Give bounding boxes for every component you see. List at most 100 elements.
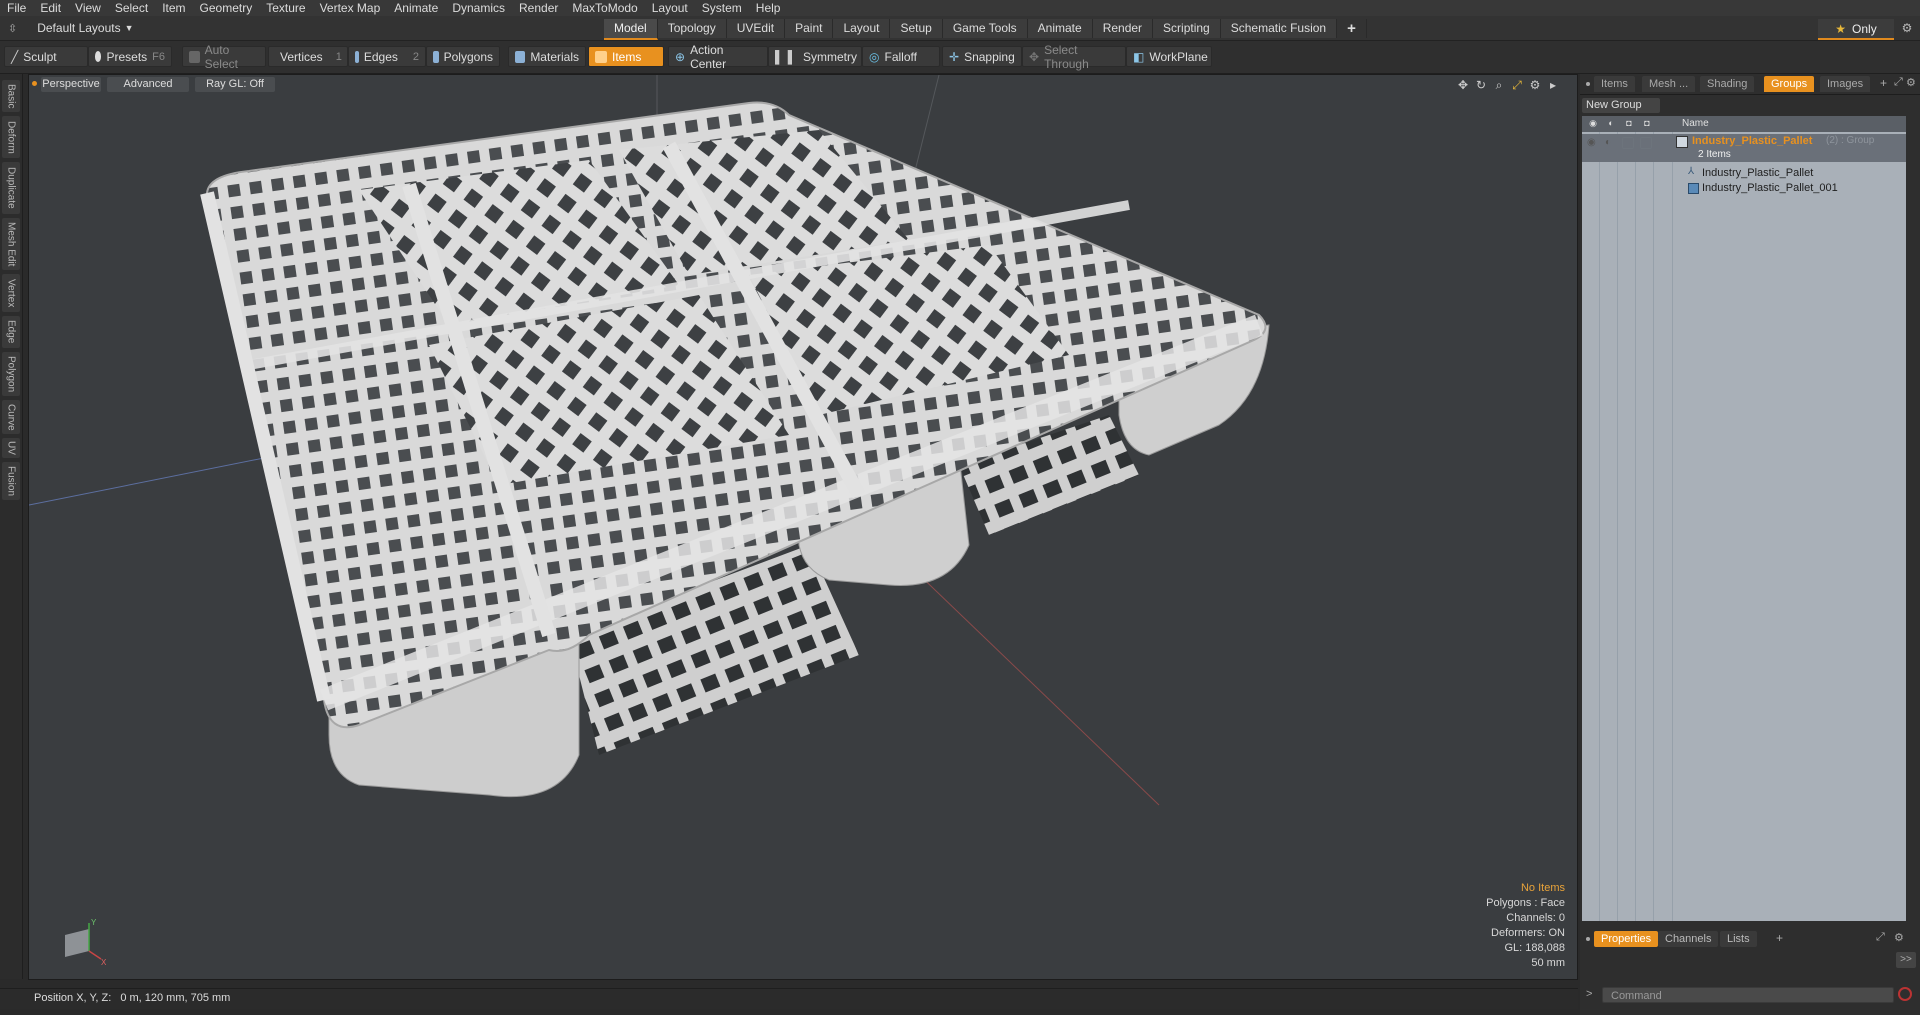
polygons-button[interactable]: Polygons: [426, 46, 500, 67]
expand-panel-icon[interactable]: ⤢: [1894, 76, 1903, 89]
tab-lists[interactable]: Lists: [1720, 931, 1757, 947]
edges-key: 2: [412, 50, 419, 63]
lock-col-icon[interactable]: ◘: [1622, 118, 1636, 130]
vtab-deform[interactable]: Deform: [2, 116, 20, 158]
rotate-view-icon[interactable]: ↻: [1474, 78, 1488, 92]
visibility-col-icon[interactable]: ◉: [1586, 118, 1600, 130]
add-tab-button[interactable]: +: [1337, 19, 1367, 38]
vtab-vertex[interactable]: Vertex: [2, 274, 20, 312]
items-button[interactable]: Items: [588, 46, 664, 67]
add-tab-icon[interactable]: +: [1776, 931, 1783, 945]
edges-label: Edges: [363, 49, 398, 64]
lock-checkbox[interactable]: [1622, 137, 1634, 149]
tab-groups[interactable]: Groups: [1764, 76, 1815, 92]
menu-animate[interactable]: Animate: [387, 0, 445, 16]
menu-system[interactable]: System: [695, 0, 749, 16]
tab-channels[interactable]: Channels: [1658, 931, 1719, 947]
panel-gear-icon[interactable]: ⚙: [1906, 76, 1916, 89]
snapping-button[interactable]: ✛ Snapping: [942, 46, 1022, 67]
symmetry-button[interactable]: ▌▐ Symmetry: [768, 46, 862, 67]
render-col-icon[interactable]: ◐: [1604, 118, 1618, 130]
viewport-menu-icon[interactable]: ▸: [1546, 78, 1560, 92]
list-item[interactable]: Industry_Plastic_Pallet_001: [1582, 181, 1906, 196]
tab-schematic-fusion[interactable]: Schematic Fusion: [1220, 19, 1338, 38]
action-center-button[interactable]: ⊕ Action Center: [668, 43, 768, 71]
tab-setup[interactable]: Setup: [890, 19, 943, 38]
presets-button[interactable]: Presets F6: [88, 46, 172, 67]
menu-help[interactable]: Help: [749, 0, 788, 16]
vtab-fusion[interactable]: Fusion: [2, 462, 20, 500]
vtab-duplicate[interactable]: Duplicate: [2, 162, 20, 214]
layout-selector[interactable]: ⇳ Default Layouts ▼: [2, 19, 134, 37]
tab-shading[interactable]: Shading: [1700, 76, 1755, 92]
select-col-icon[interactable]: ◘: [1640, 118, 1654, 130]
menu-texture[interactable]: Texture: [259, 0, 312, 16]
select-checkbox[interactable]: [1640, 137, 1652, 149]
vtab-uv[interactable]: UV: [2, 438, 20, 458]
menu-render[interactable]: Render: [512, 0, 565, 16]
raygl-button[interactable]: Ray GL: Off: [195, 77, 275, 92]
panel-gear-icon[interactable]: ⚙: [1894, 931, 1904, 944]
presets-icon: [95, 51, 102, 62]
edges-button[interactable]: Edges 2: [348, 46, 426, 67]
menu-dynamics[interactable]: Dynamics: [445, 0, 512, 16]
tab-scripting[interactable]: Scripting: [1153, 19, 1221, 38]
materials-button[interactable]: Materials: [508, 46, 586, 67]
view-mode-button[interactable]: Perspective: [41, 77, 101, 92]
tab-mesh[interactable]: Mesh ...: [1642, 76, 1696, 92]
list-item[interactable]: ⅄ Industry_Plastic_Pallet: [1582, 166, 1906, 181]
tab-model[interactable]: Model: [604, 19, 658, 40]
menu-view[interactable]: View: [68, 0, 108, 16]
zoom-view-icon[interactable]: ⌕: [1492, 78, 1506, 92]
visibility-toggle-icon[interactable]: ◉: [1587, 137, 1596, 148]
menu-geometry[interactable]: Geometry: [193, 0, 260, 16]
menu-edit[interactable]: Edit: [33, 0, 68, 16]
viewport-info-hud: No Items Polygons : Face Channels: 0 Def…: [1486, 881, 1565, 971]
command-input[interactable]: Command: [1602, 987, 1894, 1003]
select-through-button[interactable]: ✥ Select Through: [1022, 43, 1126, 71]
vertices-button[interactable]: Vertices 1: [268, 46, 348, 67]
expand-button[interactable]: >>: [1896, 952, 1916, 968]
3d-viewport[interactable]: Perspective Advanced Ray GL: Off ✥ ↻ ⌕ ⤢…: [28, 74, 1578, 980]
tab-paint[interactable]: Paint: [785, 19, 834, 38]
vtab-polygon[interactable]: Polygon: [2, 352, 20, 396]
tab-topology[interactable]: Topology: [657, 19, 727, 38]
tab-images[interactable]: Images: [1820, 76, 1871, 92]
new-group-button[interactable]: New Group: [1582, 98, 1660, 113]
menu-item[interactable]: Item: [155, 0, 192, 16]
render-toggle-icon[interactable]: ◐: [1605, 137, 1611, 148]
advanced-button[interactable]: Advanced: [107, 77, 189, 92]
tab-items[interactable]: Items: [1594, 76, 1635, 92]
hud-unit: 50 mm: [1531, 957, 1565, 969]
falloff-button[interactable]: ◎ Falloff: [862, 46, 940, 67]
vtab-basic[interactable]: Basic: [2, 80, 20, 112]
view-settings-icon[interactable]: ⚙: [1528, 78, 1542, 92]
add-tab-icon[interactable]: +: [1880, 76, 1887, 90]
layout-label: Default Layouts: [37, 21, 121, 35]
name-column-header[interactable]: Name: [1682, 118, 1709, 129]
group-row[interactable]: ◉ ◐ Industry_Plastic_Pallet (2) : Group …: [1582, 134, 1906, 162]
gear-icon[interactable]: ⚙: [1898, 19, 1916, 38]
menu-maxtomodo[interactable]: MaxToModo: [565, 0, 644, 16]
sculpt-button[interactable]: ╱ Sculpt: [4, 46, 88, 67]
workplane-button[interactable]: ◧ WorkPlane: [1126, 46, 1212, 67]
menu-select[interactable]: Select: [108, 0, 155, 16]
menu-file[interactable]: File: [0, 0, 33, 16]
tab-uvedit[interactable]: UVEdit: [726, 19, 786, 38]
vtab-mesh-edit[interactable]: Mesh Edit: [2, 218, 20, 270]
expand-panel-icon[interactable]: ⤢: [1876, 931, 1885, 944]
move-view-icon[interactable]: ✥: [1456, 78, 1470, 92]
tab-render[interactable]: Render: [1092, 19, 1154, 38]
record-icon[interactable]: [1898, 987, 1912, 1001]
menu-layout[interactable]: Layout: [645, 0, 695, 16]
maximize-view-icon[interactable]: ⤢: [1510, 78, 1524, 92]
only-button[interactable]: ★ Only: [1818, 19, 1894, 40]
menu-vertex-map[interactable]: Vertex Map: [313, 0, 388, 16]
auto-select-button[interactable]: Auto Select: [182, 43, 266, 71]
vtab-curve[interactable]: Curve: [2, 400, 20, 434]
vtab-edge[interactable]: Edge: [2, 316, 20, 348]
tab-properties[interactable]: Properties: [1594, 931, 1659, 947]
tab-game-tools[interactable]: Game Tools: [942, 19, 1028, 38]
tab-animate[interactable]: Animate: [1027, 19, 1093, 38]
tab-layout[interactable]: Layout: [833, 19, 891, 38]
